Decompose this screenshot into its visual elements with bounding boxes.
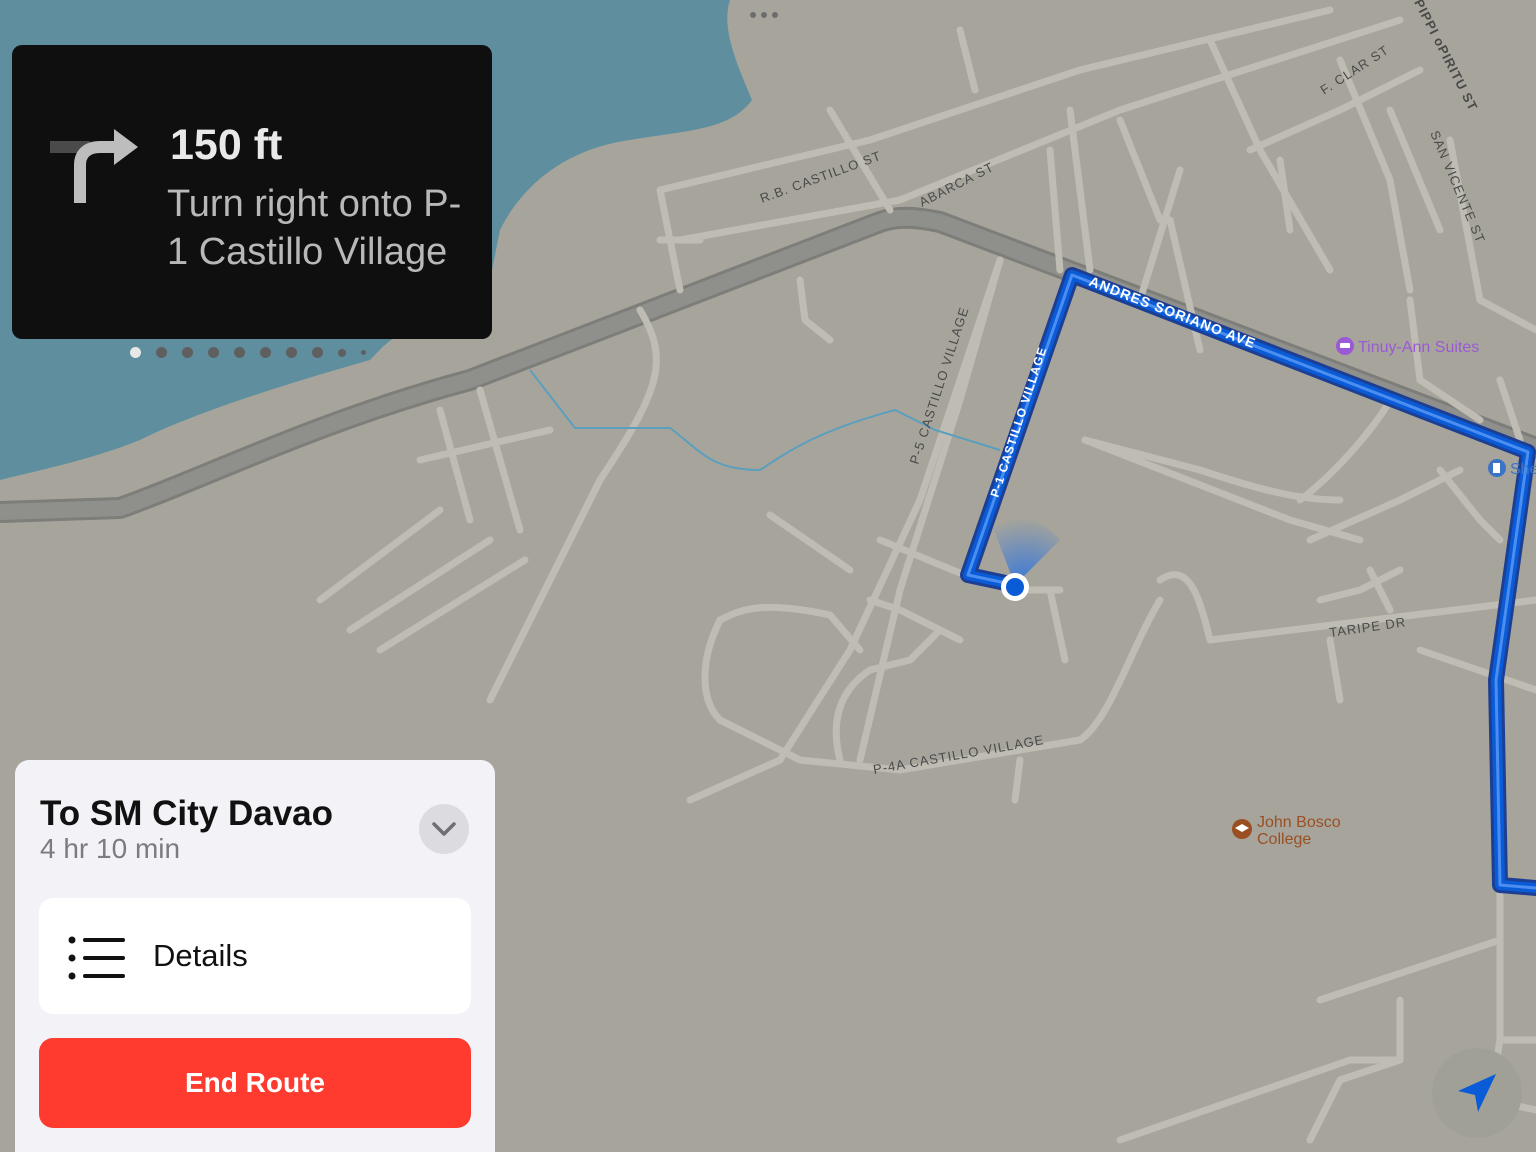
step-dot[interactable] <box>130 347 141 358</box>
turn-right-arrow-icon <box>50 129 138 203</box>
locate-button[interactable] <box>1432 1048 1522 1138</box>
poi-gas-label: She <box>1510 461 1536 478</box>
step-dot[interactable] <box>361 350 366 355</box>
details-button[interactable]: Details <box>39 898 471 1014</box>
step-dot[interactable] <box>208 347 219 358</box>
end-route-button[interactable]: End Route <box>39 1038 471 1128</box>
poi-hotel[interactable]: Tinuy-Ann Suites <box>1336 337 1479 356</box>
turn-instruction: Turn right onto P-1 Castillo Village <box>167 183 462 273</box>
collapse-button[interactable] <box>419 804 469 854</box>
turn-instruction-card[interactable]: 150 ft Turn right onto P-1 Castillo Vill… <box>12 45 492 358</box>
poi-college-label-1: John Bosco <box>1257 814 1341 831</box>
list-icon <box>68 936 125 980</box>
eta-text: 4 hr 10 min <box>40 833 181 864</box>
details-label: Details <box>153 938 248 973</box>
more-dots-icon[interactable] <box>750 12 778 18</box>
chevron-down-icon <box>432 822 456 836</box>
step-dot[interactable] <box>286 347 297 358</box>
route-card: To SM City Davao 4 hr 10 min Details End… <box>15 760 495 1152</box>
location-arrow-icon <box>1458 1074 1496 1112</box>
step-dot[interactable] <box>260 347 271 358</box>
step-dot[interactable] <box>182 347 193 358</box>
step-dot[interactable] <box>156 347 167 358</box>
turn-distance: 150 ft <box>170 121 283 169</box>
poi-gas-station[interactable]: She <box>1488 459 1536 478</box>
step-dot[interactable] <box>338 348 346 357</box>
poi-college-label-2: College <box>1257 831 1311 848</box>
step-dot[interactable] <box>312 347 323 358</box>
step-pager[interactable] <box>130 347 366 358</box>
step-dot[interactable] <box>234 347 245 358</box>
poi-hotel-label: Tinuy-Ann Suites <box>1358 339 1479 356</box>
destination-title: To SM City Davao <box>40 794 334 833</box>
